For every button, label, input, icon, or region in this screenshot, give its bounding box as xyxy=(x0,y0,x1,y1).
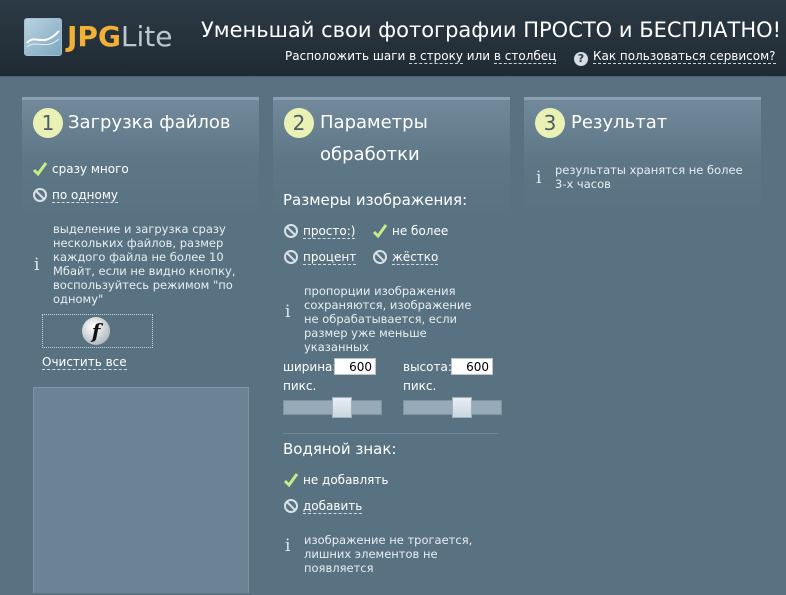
height-input[interactable]: 600 xyxy=(451,358,493,375)
info-icon: i xyxy=(285,302,291,322)
check-icon xyxy=(32,162,48,177)
disabled-icon xyxy=(33,188,47,202)
layout-prefix: Расположить шаги xyxy=(285,49,406,63)
info-icon: i xyxy=(34,255,40,275)
disabled-icon xyxy=(284,499,298,513)
disabled-icon xyxy=(284,224,298,238)
step-params-panel: 2 Параметры обработки Размеры изображени… xyxy=(273,97,510,595)
watermark-option-none-label: не добавлять xyxy=(303,473,389,487)
info-icon: i xyxy=(536,168,542,188)
watermark-info-text: изображение не трогается, лишних элемент… xyxy=(304,533,473,575)
watermark-header: Водяной знак: xyxy=(283,440,397,458)
disabled-icon xyxy=(373,250,387,264)
flash-upload-button[interactable]: f xyxy=(42,314,153,348)
size-option-max[interactable]: не более xyxy=(372,223,448,239)
option-one-label: по одному xyxy=(52,187,118,203)
flash-icon: f xyxy=(82,317,110,345)
section-divider xyxy=(283,433,498,434)
slogan: Уменьшай свои фотографии ПРОСТО и БЕСПЛА… xyxy=(201,18,782,42)
layout-column-link[interactable]: в столбец xyxy=(493,49,557,64)
width-label-text: ширина: xyxy=(283,360,337,374)
upload-info-text: выделение и загрузка сразу нескольких фа… xyxy=(53,222,236,306)
width-input[interactable]: 600 xyxy=(334,358,376,375)
logo-image-icon xyxy=(24,18,62,56)
step-result-panel: 3 Результат i результаты хранятся не бол… xyxy=(524,97,761,210)
height-label: высота: пикс. xyxy=(403,358,458,396)
disabled-icon xyxy=(284,250,298,264)
height-slider-handle[interactable] xyxy=(452,397,472,418)
logo[interactable]: JPGLite xyxy=(24,17,173,57)
size-option-max-label: не более xyxy=(392,224,449,238)
result-info-text: результаты хранятся не более 3-х часов xyxy=(555,163,743,191)
watermark-option-none[interactable]: не добавлять xyxy=(283,472,388,488)
height-unit: пикс. xyxy=(403,379,437,393)
width-slider-handle[interactable] xyxy=(332,397,352,418)
help-link-wrap[interactable]: ? Как пользоваться сервисом? xyxy=(574,49,776,66)
logo-text-jpg: JPG xyxy=(67,20,121,53)
file-list-area xyxy=(33,387,249,593)
step-title: Загрузка файлов xyxy=(68,112,231,133)
size-option-percent-label: процент xyxy=(303,249,357,265)
logo-text-lite: Lite xyxy=(120,20,173,53)
info-icon: i xyxy=(285,536,291,556)
height-label-text: высота: xyxy=(403,360,452,374)
step-number-badge: 3 xyxy=(535,108,565,138)
watermark-option-add-label: добавить xyxy=(303,498,363,514)
option-many[interactable]: сразу много xyxy=(32,161,129,177)
layout-row-link[interactable]: в строку xyxy=(409,49,463,64)
option-many-label: сразу много xyxy=(52,162,129,176)
check-icon xyxy=(283,473,299,488)
size-option-simple-label: просто:) xyxy=(303,223,356,239)
header: JPGLite Уменьшай свои фотографии ПРОСТО … xyxy=(0,0,786,77)
step-number-badge: 2 xyxy=(284,108,314,138)
height-slider[interactable] xyxy=(403,397,502,418)
watermark-option-add[interactable]: добавить xyxy=(283,498,363,514)
step-title: Параметры обработки xyxy=(320,112,428,165)
width-slider[interactable] xyxy=(283,397,382,418)
size-option-strict[interactable]: жёстко xyxy=(372,249,439,265)
size-option-strict-label: жёстко xyxy=(392,249,439,265)
check-icon xyxy=(372,224,388,239)
size-info-text: пропорции изображения сохраняются, изобр… xyxy=(304,284,472,354)
option-one[interactable]: по одному xyxy=(32,187,118,203)
help-link[interactable]: Как пользоваться сервисом? xyxy=(593,49,776,64)
size-option-percent[interactable]: процент xyxy=(283,249,357,265)
width-label: ширина: пикс. xyxy=(283,358,338,396)
size-option-simple[interactable]: просто:) xyxy=(283,223,356,239)
clear-all-link[interactable]: Очистить все xyxy=(42,355,127,370)
image-size-header: Размеры изображения: xyxy=(283,191,468,209)
layout-or: или xyxy=(466,49,491,63)
step-title: Результат xyxy=(571,112,668,133)
step-number-badge: 1 xyxy=(33,108,63,138)
help-icon: ? xyxy=(574,52,588,66)
width-unit: пикс. xyxy=(283,379,317,393)
